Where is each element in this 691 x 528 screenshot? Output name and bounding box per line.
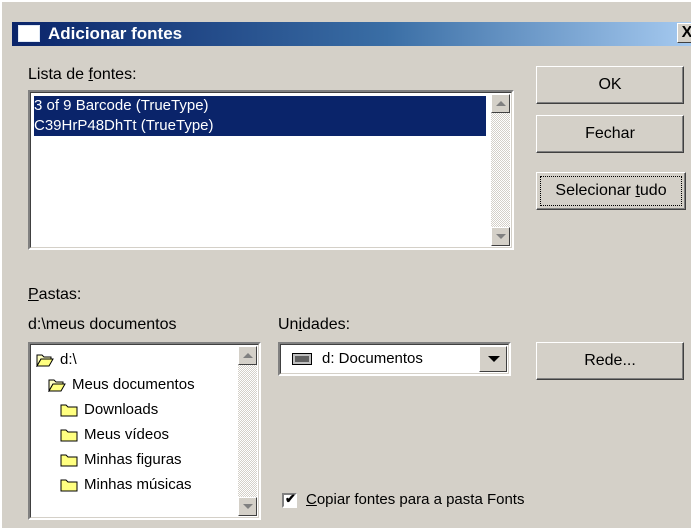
scroll-down-button[interactable] xyxy=(491,227,510,246)
ok-button[interactable]: OK xyxy=(536,66,684,104)
font-list-label: Lista de fontes: xyxy=(28,66,137,83)
folder-tree-item[interactable]: d:\ xyxy=(60,348,77,372)
drives-dropdown[interactable]: d: Documentos xyxy=(278,342,511,376)
folder-tree-item[interactable]: Downloads xyxy=(84,398,158,422)
folder-tree[interactable]: d:\ Meus documentos Downloads Meus vídeos Mi… xyxy=(28,342,261,520)
font-list-item[interactable]: 3 of 9 Barcode (TrueType) xyxy=(34,96,486,116)
window-title: Adicionar fontes xyxy=(48,24,183,43)
arrow-down-icon xyxy=(496,234,506,239)
folder-tree-item[interactable]: Minhas figuras xyxy=(84,448,182,472)
folder-icon xyxy=(60,478,78,492)
open-folder-icon xyxy=(36,353,54,368)
copy-fonts-label[interactable]: Copiar fontes para a pasta Fonts xyxy=(306,491,524,508)
folder-tree-item[interactable]: Meus vídeos xyxy=(84,423,169,447)
drive-icon xyxy=(292,353,312,365)
folder-icon xyxy=(60,453,78,467)
font-list[interactable]: 3 of 9 Barcode (TrueType) C39HrP48DhTt (T… xyxy=(28,90,514,250)
folders-label: Pastas: xyxy=(28,286,82,303)
select-all-button[interactable]: Selecionar tudo xyxy=(536,172,686,210)
drives-label: Unidades: xyxy=(278,316,351,333)
scroll-up-button[interactable] xyxy=(238,346,257,365)
chevron-down-icon xyxy=(488,356,500,362)
close-button[interactable]: Fechar xyxy=(536,115,684,153)
arrow-down-icon xyxy=(243,504,253,509)
scroll-up-button[interactable] xyxy=(491,94,510,113)
close-icon[interactable]: X xyxy=(677,23,691,43)
folder-icon xyxy=(60,403,78,417)
title-bar[interactable]: Adicionar fontes X xyxy=(12,22,691,46)
arrow-up-icon xyxy=(496,101,506,106)
folder-icon xyxy=(60,428,78,442)
checkmark-icon: ✔ xyxy=(285,491,296,506)
add-fonts-dialog: Adicionar fontes X Lista de fontes: 3 of… xyxy=(0,0,691,528)
dropdown-button[interactable] xyxy=(479,346,507,372)
folder-tree-item[interactable]: Minhas músicas xyxy=(84,473,192,497)
scroll-down-button[interactable] xyxy=(238,497,257,516)
copy-fonts-checkbox[interactable]: ✔ xyxy=(282,491,297,508)
folder-tree-scrollbar[interactable] xyxy=(238,346,257,516)
current-path: d:\meus documentos xyxy=(28,316,177,333)
focus-rectangle xyxy=(540,176,682,206)
open-folder-icon xyxy=(48,378,66,393)
font-list-item[interactable]: C39HrP48DhTt (TrueType) xyxy=(34,116,486,136)
arrow-up-icon xyxy=(243,353,253,358)
drives-selected-value: d: Documentos xyxy=(322,350,423,367)
font-list-scrollbar[interactable] xyxy=(491,94,510,246)
folder-tree-item[interactable]: Meus documentos xyxy=(72,373,195,397)
network-button[interactable]: Rede... xyxy=(536,342,684,380)
window-icon xyxy=(18,25,40,42)
